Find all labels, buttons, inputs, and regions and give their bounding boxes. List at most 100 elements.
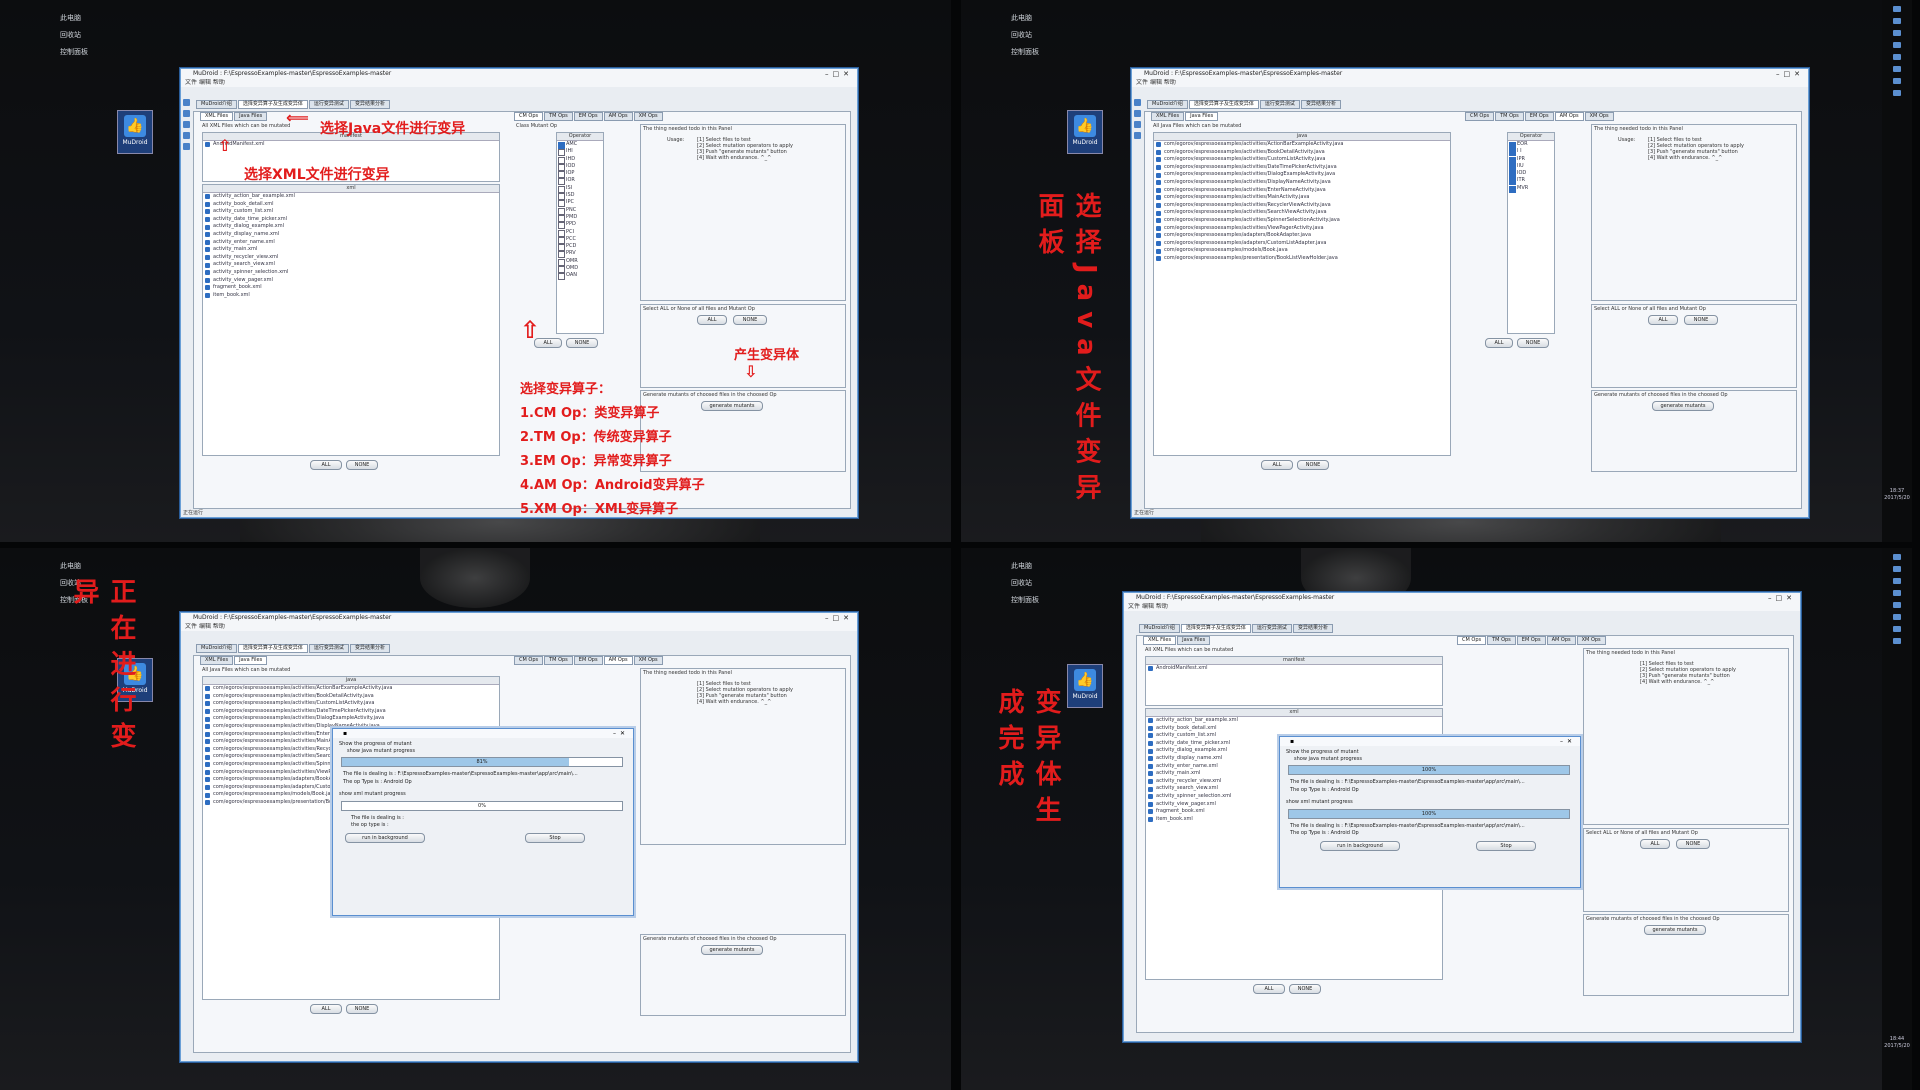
operator-item[interactable]: IOP: [557, 170, 603, 179]
all-files-button[interactable]: ALL: [310, 460, 342, 470]
select-all-button[interactable]: ALL: [697, 315, 727, 325]
tab-intro[interactable]: MuDroid介绍: [1147, 100, 1188, 109]
tab-cm-ops[interactable]: CM Ops: [1465, 112, 1495, 121]
desktop-item[interactable]: 此电脑: [60, 10, 88, 27]
tab-xml-files[interactable]: XML Files: [200, 112, 234, 121]
operator-item[interactable]: PCC: [557, 236, 603, 245]
list-item[interactable]: com/egorov/espressoexamples/activities/B…: [1154, 149, 1450, 157]
operator-item[interactable]: IHD: [557, 156, 603, 164]
tab-am-ops[interactable]: AM Ops: [1546, 636, 1576, 645]
tool-icon[interactable]: [183, 121, 190, 128]
stop-button[interactable]: Stop: [1476, 841, 1536, 851]
list-item[interactable]: item_book.xml: [203, 292, 499, 300]
desktop-item[interactable]: 控制面板: [1011, 592, 1039, 609]
generate-mutants-button[interactable]: generate mutants: [1644, 925, 1706, 935]
taskbar-clock[interactable]: 18:37 2017/5/20: [1884, 488, 1910, 502]
tab-tm-ops[interactable]: TM Ops: [1487, 636, 1516, 645]
select-all-button[interactable]: ALL: [1648, 315, 1678, 325]
operator-item[interactable]: PMD: [557, 214, 603, 223]
tab-cm-ops[interactable]: CM Ops: [1457, 636, 1487, 645]
operator-item[interactable]: AMC: [557, 141, 603, 150]
generate-mutants-button[interactable]: generate mutants: [1652, 401, 1714, 411]
list-item[interactable]: com/egorov/espressoexamples/activities/M…: [1154, 194, 1450, 202]
none-files-button[interactable]: NONE: [346, 460, 378, 470]
select-none-button[interactable]: NONE: [733, 315, 767, 325]
tab-em-ops[interactable]: EM Ops: [1524, 112, 1554, 121]
desktop-item[interactable]: 回收站: [1011, 575, 1039, 592]
tool-icon[interactable]: [183, 132, 190, 139]
desktop-item[interactable]: 控制面板: [1011, 44, 1039, 61]
operator-item[interactable]: OMD: [557, 265, 603, 274]
operator-item[interactable]: IOD: [557, 163, 603, 172]
tab-run[interactable]: 运行变异测试: [1259, 100, 1300, 109]
taskbar-icon[interactable]: [1893, 66, 1901, 72]
tab-generate[interactable]: 选择变异算子及生成变异体: [1180, 624, 1251, 633]
menu-help[interactable]: 帮助: [1156, 603, 1168, 610]
window-controls[interactable]: –□✕: [1776, 69, 1804, 79]
dialog-controls[interactable]: –✕: [613, 729, 629, 738]
mudroid-desktop-icon[interactable]: 👍 MuDroid: [1067, 664, 1103, 708]
taskbar-icon[interactable]: [1893, 18, 1901, 24]
none-ops-button[interactable]: NONE: [1517, 338, 1549, 348]
operator-item[interactable]: ISD: [557, 192, 603, 201]
window-controls[interactable]: –□✕: [1768, 593, 1796, 603]
list-item[interactable]: com/egorov/espressoexamples/adapters/Boo…: [1154, 232, 1450, 240]
tab-am-ops[interactable]: AM Ops: [603, 112, 633, 121]
operator-item[interactable]: PCD: [557, 243, 603, 252]
tab-run[interactable]: 运行变异测试: [308, 644, 349, 653]
tab-em-ops[interactable]: EM Ops: [1516, 636, 1546, 645]
list-item[interactable]: activity_dialog_example.xml: [203, 223, 499, 231]
operator-item[interactable]: IPC: [557, 199, 603, 208]
list-item[interactable]: com/egorov/espressoexamples/activities/D…: [203, 708, 499, 716]
tool-icon[interactable]: [1134, 99, 1141, 106]
list-item[interactable]: activity_main.xml: [203, 246, 499, 254]
tab-analysis[interactable]: 变异结果分析: [349, 100, 390, 109]
taskbar-icon[interactable]: [1893, 554, 1901, 560]
generate-mutants-button[interactable]: generate mutants: [701, 945, 763, 955]
taskbar-icon[interactable]: [1893, 78, 1901, 84]
taskbar-icon[interactable]: [1893, 590, 1901, 596]
list-item[interactable]: activity_display_name.xml: [203, 231, 499, 239]
select-none-button[interactable]: NONE: [1676, 839, 1710, 849]
none-ops-button[interactable]: NONE: [566, 338, 598, 348]
tab-analysis[interactable]: 变异结果分析: [1300, 100, 1341, 109]
operator-item[interactable]: OMR: [557, 258, 603, 267]
operator-item[interactable]: I I: [1508, 148, 1554, 157]
list-item[interactable]: com/egorov/espressoexamples/activities/A…: [1154, 141, 1450, 149]
tab-xm-ops[interactable]: XM Ops: [1584, 112, 1614, 121]
tab-run[interactable]: 运行变异测试: [1251, 624, 1292, 633]
none-files-button[interactable]: NONE: [1289, 984, 1321, 994]
menu-edit[interactable]: 编辑: [1150, 79, 1162, 86]
tab-xml-files[interactable]: XML Files: [1143, 636, 1177, 645]
operator-item[interactable]: IPR: [1508, 156, 1554, 164]
menu-edit[interactable]: 编辑: [1142, 603, 1154, 610]
tab-em-ops[interactable]: EM Ops: [573, 112, 603, 121]
operator-item[interactable]: IHI: [557, 148, 603, 157]
menu-file[interactable]: 文件: [185, 79, 197, 86]
desktop-item[interactable]: 此电脑: [60, 558, 88, 575]
menu-file[interactable]: 文件: [185, 623, 197, 630]
list-item[interactable]: com/egorov/espressoexamples/activities/A…: [203, 685, 499, 693]
list-item[interactable]: com/egorov/espressoexamples/activities/C…: [203, 700, 499, 708]
tool-icon[interactable]: [1134, 110, 1141, 117]
all-files-button[interactable]: ALL: [1261, 460, 1293, 470]
window-controls[interactable]: –□✕: [825, 613, 853, 623]
tool-icon[interactable]: [183, 143, 190, 150]
taskbar-icon[interactable]: [1893, 602, 1901, 608]
tab-java-files[interactable]: Java Files: [234, 656, 268, 665]
tool-icon[interactable]: [183, 99, 190, 106]
tab-tm-ops[interactable]: TM Ops: [544, 656, 573, 665]
tab-xml-files[interactable]: XML Files: [200, 656, 234, 665]
mudroid-desktop-icon[interactable]: 👍 MuDroid: [117, 110, 153, 154]
menu-file[interactable]: 文件: [1128, 603, 1140, 610]
tool-icon[interactable]: [1134, 121, 1141, 128]
list-item[interactable]: activity_book_detail.xml: [1146, 725, 1442, 733]
list-item[interactable]: com/egorov/espressoexamples/presentation…: [1154, 255, 1450, 263]
list-item[interactable]: activity_enter_name.xml: [203, 239, 499, 247]
menu-file[interactable]: 文件: [1136, 79, 1148, 86]
tab-run[interactable]: 运行变异测试: [308, 100, 349, 109]
all-files-button[interactable]: ALL: [310, 1004, 342, 1014]
tab-intro[interactable]: MuDroid介绍: [196, 644, 237, 653]
menu-help[interactable]: 帮助: [1164, 79, 1176, 86]
list-item[interactable]: com/egorov/espressoexamples/activities/D…: [1154, 164, 1450, 172]
